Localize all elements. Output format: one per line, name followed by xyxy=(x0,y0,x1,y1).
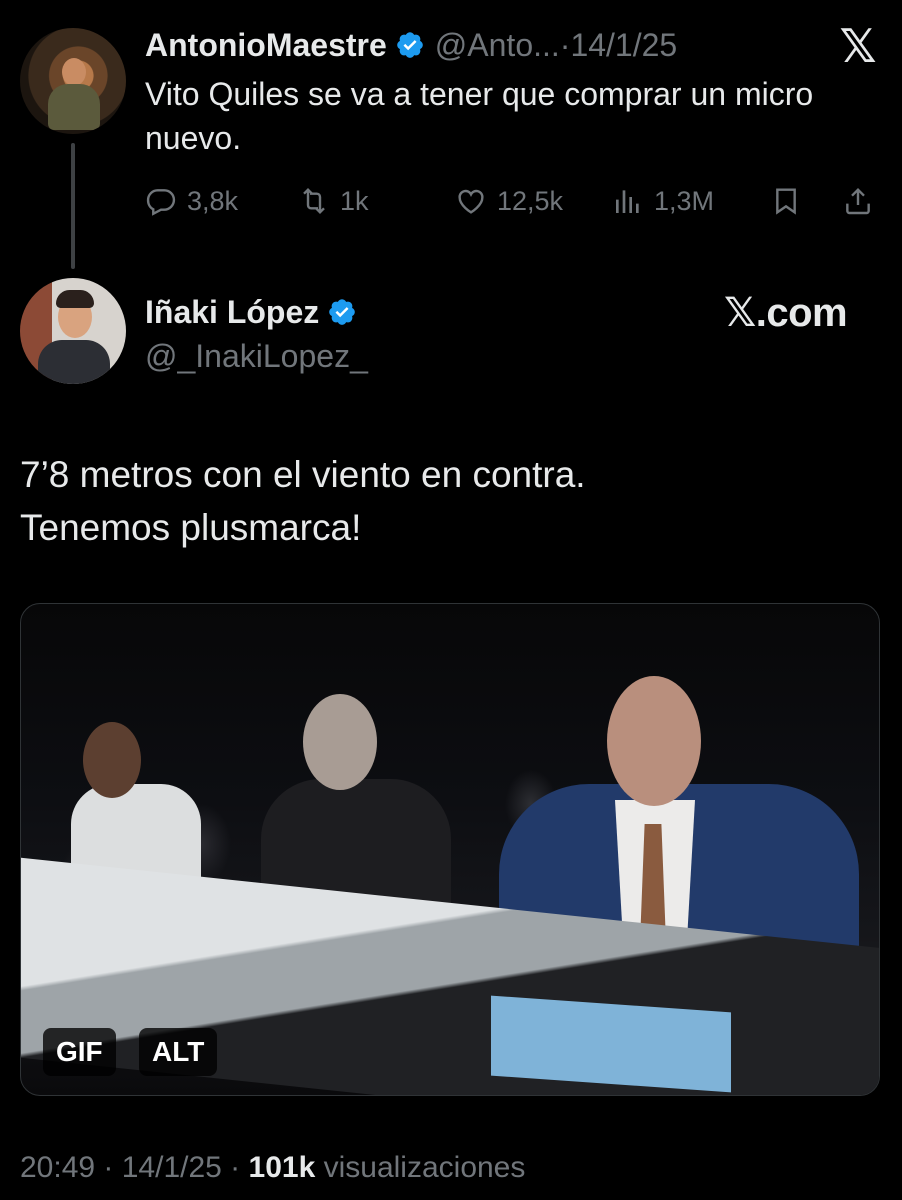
parent-date[interactable]: 14/1/25 xyxy=(570,27,677,64)
share-button[interactable] xyxy=(842,178,874,224)
tweet-media-gif[interactable]: GIF ALT xyxy=(20,603,880,1096)
like-icon xyxy=(458,189,484,214)
bookmark-icon xyxy=(776,188,796,215)
tweet-footer-meta: 20:49 · 14/1/25 · 101k visualizaciones xyxy=(20,1151,525,1185)
retweet-button[interactable]: 1k xyxy=(298,178,369,224)
tweet-views-count[interactable]: 101k xyxy=(249,1151,316,1184)
like-button[interactable]: 12,5k xyxy=(455,178,563,224)
like-count: 12,5k xyxy=(497,185,564,216)
views-button[interactable]: 1,3M xyxy=(612,178,714,224)
media-desk-paper xyxy=(491,995,731,1093)
gif-badge[interactable]: GIF xyxy=(43,1028,116,1076)
share-icon xyxy=(846,187,870,215)
x-com-watermark: 𝕏.com xyxy=(724,291,848,335)
alt-text-button[interactable]: ALT xyxy=(139,1028,218,1076)
verified-badge-icon xyxy=(329,299,356,325)
author-handle[interactable]: @_InakiLopez_ xyxy=(145,338,368,375)
reply-button[interactable]: 3,8k xyxy=(145,178,238,224)
author-display-name[interactable]: Iñaki López xyxy=(145,294,319,331)
author-avatar[interactable] xyxy=(20,278,126,384)
tweet-views-label: visualizaciones xyxy=(315,1151,526,1184)
parent-handle[interactable]: @Anto... xyxy=(435,27,560,64)
footer-separator-2: · xyxy=(221,1151,249,1184)
media-person-left-head xyxy=(83,722,141,798)
retweet-icon xyxy=(303,187,325,215)
tweet-date[interactable]: 14/1/25 xyxy=(122,1151,222,1184)
views-count: 1,3M xyxy=(654,185,715,216)
tweet-time[interactable]: 20:49 xyxy=(20,1151,95,1184)
verified-badge-icon xyxy=(396,32,423,58)
parent-date-separator: · xyxy=(559,26,571,63)
bookmark-button[interactable] xyxy=(770,178,802,224)
parent-author-row: AntonioMaestre @Anto... · 14/1/25 xyxy=(145,24,677,66)
tweet-text: 7’8 metros con el viento en contra. Tene… xyxy=(20,448,880,554)
author-name-row: Iñaki López xyxy=(145,292,367,332)
footer-separator-1: · xyxy=(95,1151,122,1184)
tweet-text-line-2: Tenemos plusmarca! xyxy=(20,507,362,548)
parent-display-name[interactable]: AntonioMaestre xyxy=(145,27,387,64)
tweet-text-line-1: 7’8 metros con el viento en contra. xyxy=(20,454,586,495)
x-logo-icon[interactable]: 𝕏 xyxy=(836,23,880,69)
thread-connector-line xyxy=(71,143,75,269)
parent-tweet-text: Vito Quiles se va a tener que comprar un… xyxy=(145,76,814,156)
retweet-count: 1k xyxy=(340,185,369,216)
views-icon xyxy=(616,190,639,213)
reply-icon xyxy=(146,189,176,216)
media-person-right-head xyxy=(607,676,701,806)
media-person-middle-head xyxy=(303,694,377,790)
parent-avatar[interactable] xyxy=(20,28,126,134)
reply-count: 3,8k xyxy=(187,185,239,216)
